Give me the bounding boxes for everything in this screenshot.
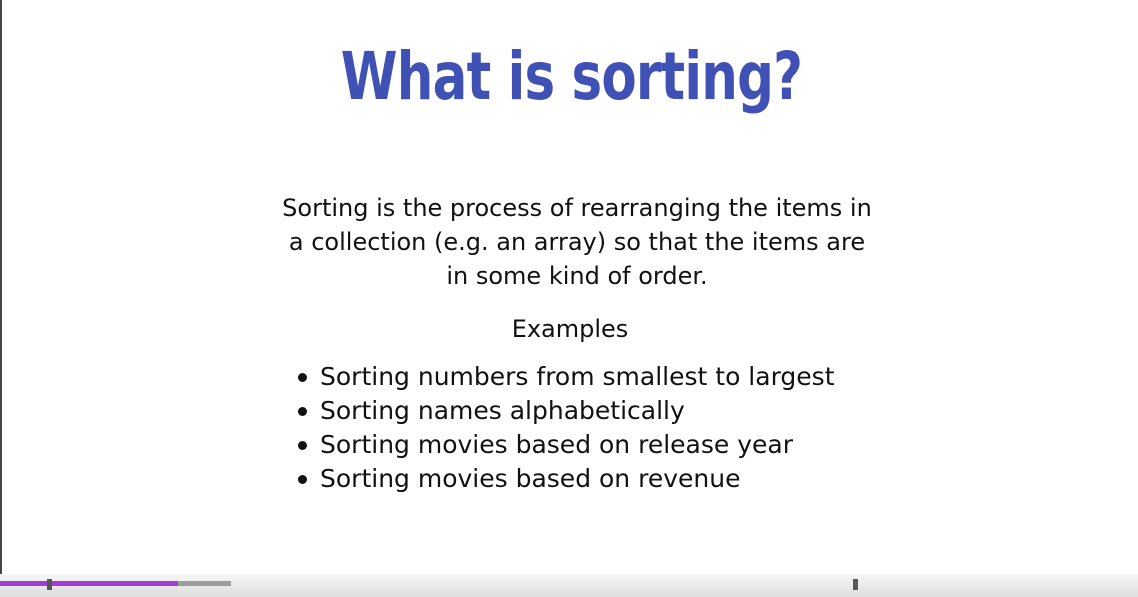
- list-item-text: Sorting names alphabetically: [320, 396, 685, 425]
- list-item: Sorting names alphabetically: [298, 394, 835, 428]
- list-item-text: Sorting movies based on revenue: [320, 464, 741, 493]
- bullet-icon: [298, 441, 307, 450]
- bullet-icon: [298, 407, 307, 416]
- bullet-icon: [298, 373, 307, 382]
- list-item: Sorting movies based on release year: [298, 428, 835, 462]
- scrubber-handle[interactable]: [47, 579, 52, 590]
- progress-played: [0, 581, 178, 586]
- list-item: Sorting numbers from smallest to largest: [298, 360, 835, 394]
- examples-list: Sorting numbers from smallest to largest…: [298, 360, 835, 496]
- slide-intro-text: Sorting is the process of rearranging th…: [282, 194, 872, 290]
- list-item-text: Sorting movies based on release year: [320, 430, 793, 459]
- chapter-marker[interactable]: [853, 579, 858, 590]
- slide-title: What is sorting?: [340, 38, 803, 115]
- slide: What is sorting? Sorting is the process …: [0, 0, 1138, 597]
- bullet-icon: [298, 475, 307, 484]
- examples-heading: Examples: [511, 315, 629, 343]
- list-item: Sorting movies based on revenue: [298, 462, 835, 496]
- player-controls-bar: [0, 574, 1138, 597]
- list-item-text: Sorting numbers from smallest to largest: [320, 362, 835, 391]
- progress-track[interactable]: [0, 581, 231, 586]
